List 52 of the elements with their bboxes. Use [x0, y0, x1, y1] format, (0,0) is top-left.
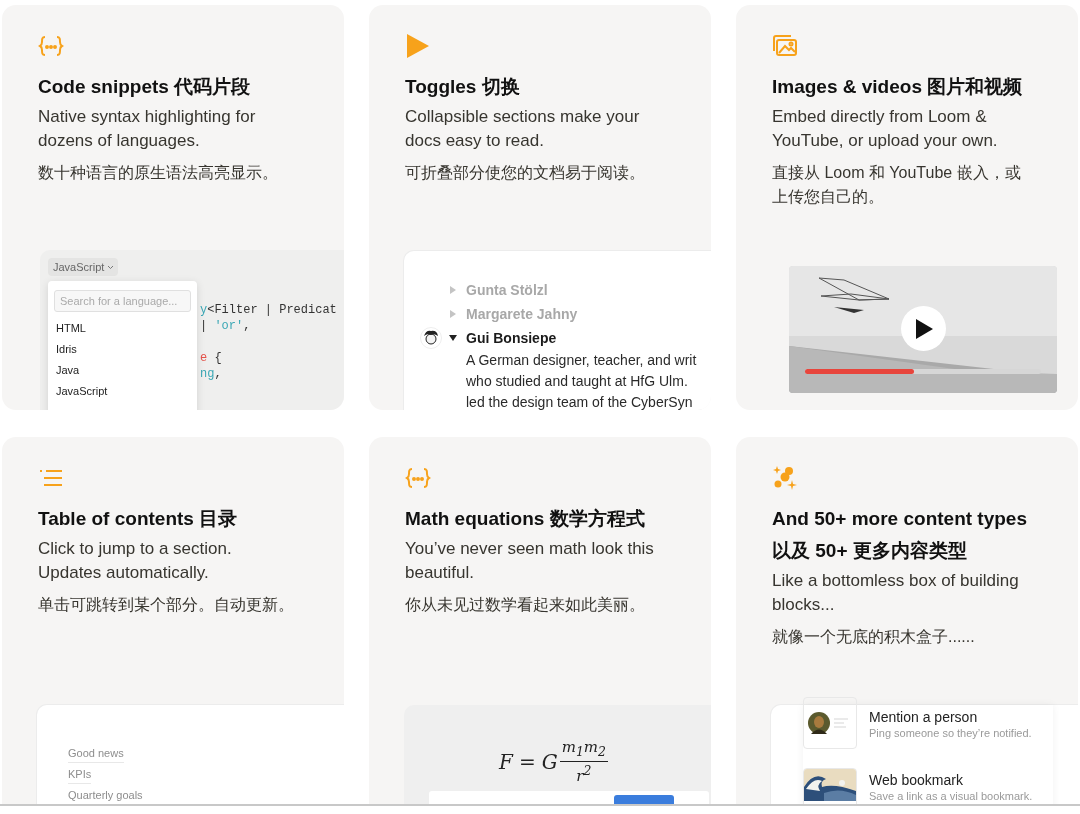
card-title: Math equations 数学方程式 [405, 507, 646, 531]
toc-link[interactable]: KPIs [68, 768, 92, 784]
card-description: 就像一个无底的积木盒子...... [772, 627, 976, 647]
code-token: , [243, 319, 251, 333]
menu-item[interactable]: Java [54, 360, 191, 381]
toggle-text: led the design team of the CyberSyn [466, 393, 694, 410]
code-token: <Filter | Predicat [207, 303, 337, 317]
toggle-text: A German designer, teacher, and writ [466, 351, 698, 370]
toc-link[interactable]: Quarterly goals [68, 789, 143, 804]
toggle-title: Margarete Jahny [466, 306, 578, 322]
equation-denominator: r$^{2}$ [576, 762, 592, 785]
toc-link[interactable]: Good news [68, 747, 124, 763]
equation-symbol: F [499, 749, 513, 774]
menu-item[interactable]: Idris [54, 339, 191, 360]
card-title: Table of contents 目录 [38, 507, 239, 531]
card-description: Click to jump to a section. Updates automatically. [38, 538, 233, 584]
card-description: Embed directly from Loom & YouTube, or upload your own. [772, 106, 999, 152]
card-description: Native syntax highlighting for dozens of languages. [38, 106, 257, 152]
block-title[interactable]: Mention a person [869, 709, 1032, 725]
code-token: 'or' [214, 319, 244, 333]
card-title: Code snippets 代码片段 [38, 75, 252, 99]
search-field[interactable]: Search for a language... [54, 290, 191, 312]
menu-item[interactable]: HTML [54, 318, 191, 339]
card-description: Collapsible sections make your docs easy to read. [405, 106, 641, 152]
equation-numerator: m$_{1}$m$_{2}$ [559, 738, 608, 762]
card-description: Like a bottomless box of building blocks... [772, 570, 1020, 616]
card-title: 以及 50+ 更多内容类型 [772, 539, 968, 563]
block-title[interactable]: Web bookmark [869, 772, 1033, 788]
card-description: 直接从 Loom 和 YouTube 嵌入，或上传您自己的。 [772, 163, 1022, 207]
toggle-title: Gunta Stölzl [466, 282, 548, 298]
code-token: { [213, 351, 222, 365]
toggle-text: who studied and taught at HfG Ulm. [466, 372, 689, 391]
card-description: 你从未见过数学看起来如此美丽。 [405, 595, 646, 615]
code-token: | [200, 319, 209, 333]
equation-symbol: = [518, 749, 536, 774]
card-description: 数十种语言的原生语法高亮显示。 [38, 163, 279, 183]
menu-item[interactable]: JavaScript [54, 381, 191, 402]
card-description: You’ve never seen math look this beautiful. [405, 538, 655, 584]
block-description: Ping someone so they’re notified. [869, 727, 1032, 739]
code-token: e [200, 351, 208, 365]
code-token: ng [200, 367, 215, 381]
code-token: y [200, 303, 208, 317]
equation-symbol: G [541, 749, 558, 774]
card-title: And 50+ more content types [772, 507, 1028, 531]
card-description: 单击可跳转到某个部分。自动更新。 [38, 595, 295, 615]
toggle-title: Gui Bonsiepe [466, 330, 557, 346]
card-title: Toggles 切换 [405, 75, 521, 99]
card-description: 可折叠部分使您的文档易于阅读。 [405, 163, 646, 183]
code-token: , [214, 367, 222, 381]
card-title: Images & videos 图片和视频 [772, 75, 1024, 99]
language-dropdown[interactable]: JavaScript [48, 258, 119, 276]
block-description: Save a link as a visual bookmark. [869, 790, 1033, 802]
